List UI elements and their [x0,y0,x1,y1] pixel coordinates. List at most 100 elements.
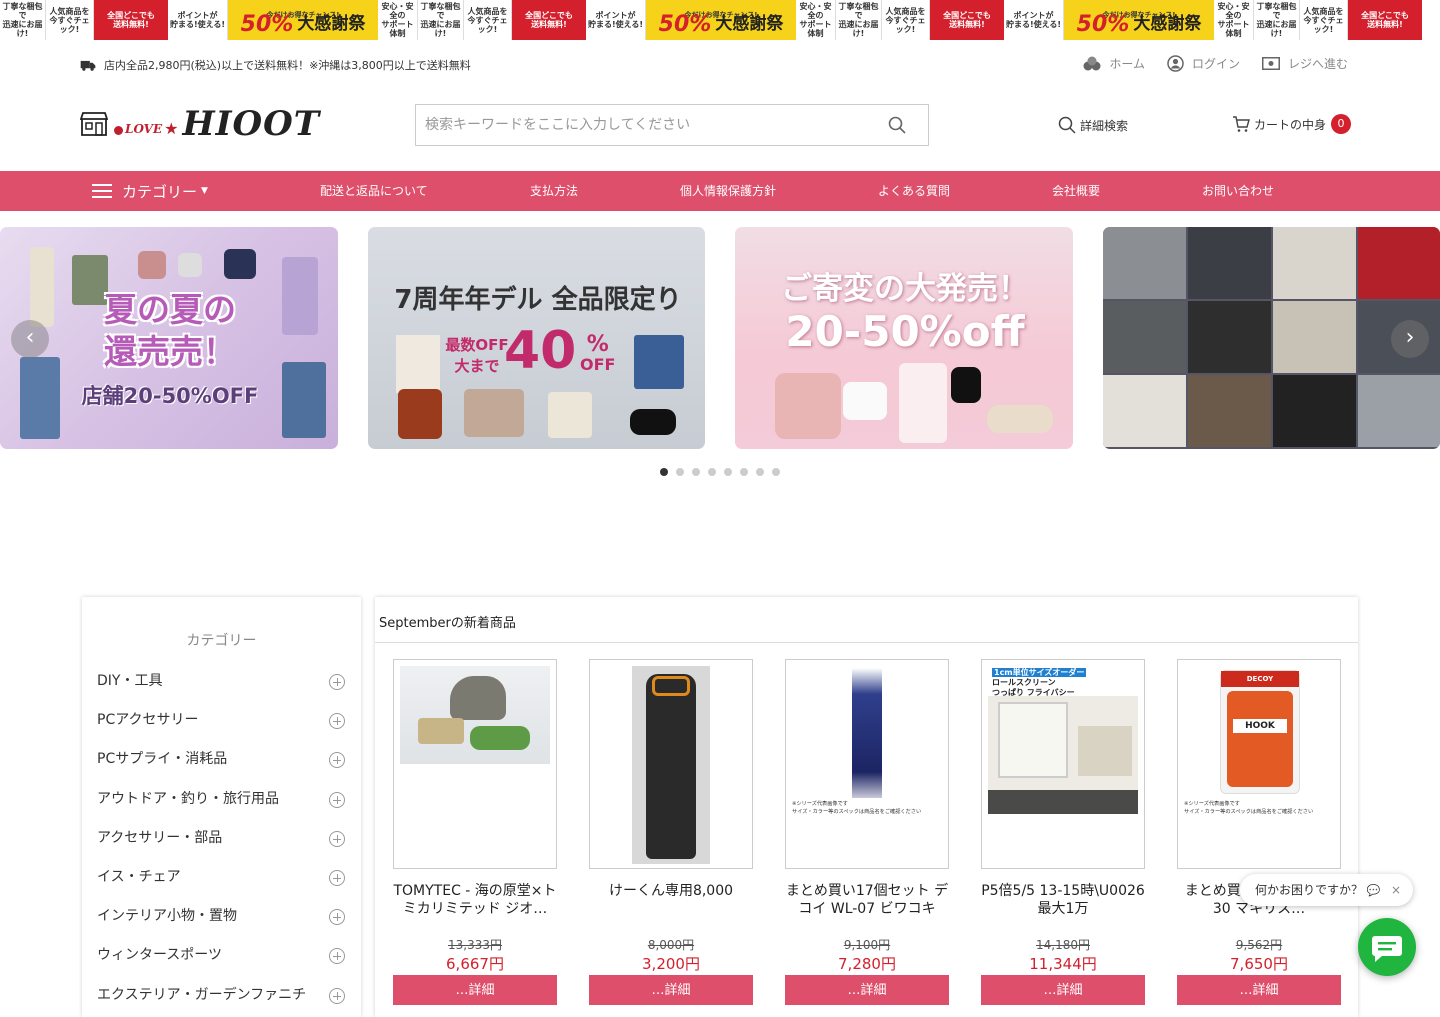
cash-icon [1261,57,1280,70]
image-caption: ※シリーズ代表画像です サイズ・カラー等のスペックは商品名をご確認ください [1184,801,1314,815]
search-input[interactable] [416,105,876,145]
category-item[interactable]: ウィンタースポーツ [82,936,361,975]
nav-item-company[interactable]: 会社概要 [1052,171,1100,211]
expand-plus-icon[interactable] [329,791,345,808]
carousel-slide-4[interactable] [1103,227,1440,449]
sale-price: 6,667円 [446,955,504,973]
search-icon [1058,116,1076,134]
category-item[interactable]: DIY・工具 [82,662,361,701]
shipping-note: 店内全品2,980円(税込)以上で送料無料！※沖縄は3,800円以上で送料無料 [80,57,471,73]
nav-item-payment[interactable]: 支払方法 [530,171,578,211]
nav-item-faq[interactable]: よくある質問 [878,171,950,211]
category-item[interactable]: PCアクセサリー [82,701,361,740]
star-icon: ★ [164,118,179,138]
product-card: TOMYTEC - 海の原堂×トミカリミテッド ジオ… 13,333円 6,66… [393,659,557,1005]
help-bubble[interactable]: 何かお困りですか？ 💬 × [1240,874,1413,906]
search-icon[interactable] [888,116,906,134]
advanced-search-link[interactable]: 詳細検索 [1058,116,1128,134]
hook-package-image [1227,691,1293,787]
shoe-photo [1273,301,1356,373]
product-name[interactable]: TOMYTEC - 海の原堂×トミカリミテッド ジオ… [393,882,557,922]
carousel-dot[interactable] [660,468,668,476]
expand-plus-icon[interactable] [329,948,345,965]
checkout-link[interactable]: レジへ進む [1261,55,1348,72]
elephant-figure [450,676,506,720]
promo-unit[interactable]: 丁寧な梱包で 迅速にお届け! 人気商品を 今すぐチェック! 全国どこでも 送料無料!… [836,0,1254,40]
carousel-dots [660,468,780,476]
bed-image [1078,726,1132,776]
carousel-dot[interactable] [692,468,700,476]
carousel-slide-1[interactable]: 夏の夏の 還売売！ 店舗20-50%OFF [0,227,338,449]
expand-plus-icon[interactable] [329,713,345,730]
details-button[interactable]: …詳細 [393,975,557,1005]
promo-unit[interactable]: 丁寧な梱包で 迅速にお届け! 人気商品を 今すぐチェック! 全国どこでも 送料無料!… [418,0,836,40]
bag-image [138,251,166,279]
nav-item-shipping[interactable]: 配送と返品について [320,171,428,211]
site-logo[interactable]: LOVE ★ HIOOT [80,104,320,144]
details-button[interactable]: …詳細 [1177,975,1341,1005]
product-image[interactable]: ※シリーズ代表画像です サイズ・カラー等のスペックは商品名をご確認ください [785,659,949,869]
expand-plus-icon[interactable] [329,752,345,769]
product-card: けーくん専用8,000 8,000円 3,200円 …詳細 [589,659,753,1005]
category-item[interactable]: イス・チェア [82,858,361,897]
close-icon[interactable]: × [1391,874,1401,906]
bag-image [178,253,202,277]
category-item[interactable]: インテリア小物・置物 [82,897,361,936]
carousel-dot[interactable] [772,468,780,476]
details-button[interactable]: …詳細 [589,975,753,1005]
jeans-image [282,362,326,438]
details-button[interactable]: …詳細 [785,975,949,1005]
product-image[interactable] [393,659,557,869]
carousel-slide-3[interactable]: ご寄変の大発売！ 20-50%off [735,227,1073,449]
category-item[interactable]: PCサプライ・消耗品 [82,740,361,779]
product-name[interactable]: けーくん専用8,000 [589,882,753,922]
expand-plus-icon[interactable] [329,987,345,1004]
shoe-photo [1188,227,1271,299]
promo-free-shipping-text: 全国どこでも 送料無料! [930,0,1004,40]
dress-image [899,363,947,443]
original-price: 9,100円 [843,938,891,952]
promo-unit[interactable]: 丁寧な梱包で 迅速にお届け! 人気商品を 今すぐチェック! 全国どこでも 送料無料! [1254,0,1422,40]
category-item[interactable]: アウトドア・釣り・旅行用品 [82,780,361,819]
product-name[interactable]: P5倍5/5 13-15時\U0026最大1万 [981,882,1145,922]
chat-button[interactable] [1358,918,1416,976]
category-item[interactable]: アクセサリー・部品 [82,819,361,858]
category-menu-button[interactable]: カテゴリー ▼ [92,171,208,211]
promo-packing-text: 丁寧な梱包で 迅速にお届け! [1254,0,1300,40]
expand-plus-icon[interactable] [329,869,345,886]
carousel-dot[interactable] [756,468,764,476]
cart-icon [1233,116,1250,132]
carousel-dot[interactable] [724,468,732,476]
nav-item-privacy[interactable]: 個人情報保護方針 [680,171,776,211]
carousel-slide-2[interactable]: 7周年年デル 全品限定り 最数OFF 大まで 40 % OFF [368,227,705,449]
product-card: 1cm単位サイズオーダー ロールスクリーン つっぱり フライバシー P5倍5/5… [981,659,1145,1005]
nav-item-contact[interactable]: お問い合わせ [1202,171,1274,211]
product-image[interactable]: 1cm単位サイズオーダー ロールスクリーン つっぱり フライバシー [981,659,1145,869]
promo-points-text: ポイントが 貯まる!使える! [168,0,228,40]
carousel-dot[interactable] [708,468,716,476]
carousel-dot[interactable] [676,468,684,476]
details-button[interactable]: …詳細 [981,975,1145,1005]
carousel-next-button[interactable]: › [1391,320,1429,358]
carousel-prev-button[interactable]: ‹ [11,320,49,358]
promo-unit[interactable]: 丁寧な梱包で 迅速にお届け! 人気商品を 今すぐチェック! 全国どこでも 送料無料!… [0,0,418,40]
cart-count-badge: 0 [1331,114,1352,134]
menu-icon [92,184,112,198]
site-header: LOVE ★ HIOOT 詳細検索 カートの中身 0 [0,90,1440,170]
slide-1-headline: 夏の夏の 還売売！ [104,290,236,371]
promo-banner-strip[interactable]: 丁寧な梱包で 迅速にお届け! 人気商品を 今すぐチェック! 全国どこでも 送料無料!… [0,0,1440,40]
expand-plus-icon[interactable] [329,674,345,690]
product-name[interactable]: まとめ買い17個セット デコイ WL-07 ビワコキャ… [785,882,949,922]
slide-2-headline: 7周年年デル 全品限定り [394,285,682,315]
home-link[interactable]: ホーム [1083,55,1145,72]
new-products-panel: Septemberの新着商品 TOMYTEC - 海の原堂×トミカリミテッド ジ… [375,597,1358,1017]
product-image[interactable] [589,659,753,869]
expand-plus-icon[interactable] [329,830,345,847]
category-item[interactable]: エクステリア・ガーデンファニチ [82,976,361,1015]
product-image[interactable]: DECOY HOOK ※シリーズ代表画像です サイズ・カラー等のスペックは商品名… [1177,659,1341,869]
smartwatch-image [951,367,981,403]
cart-link[interactable]: カートの中身 0 [1232,114,1352,134]
login-link[interactable]: ログイン [1167,55,1240,72]
expand-plus-icon[interactable] [329,909,345,926]
carousel-dot[interactable] [740,468,748,476]
